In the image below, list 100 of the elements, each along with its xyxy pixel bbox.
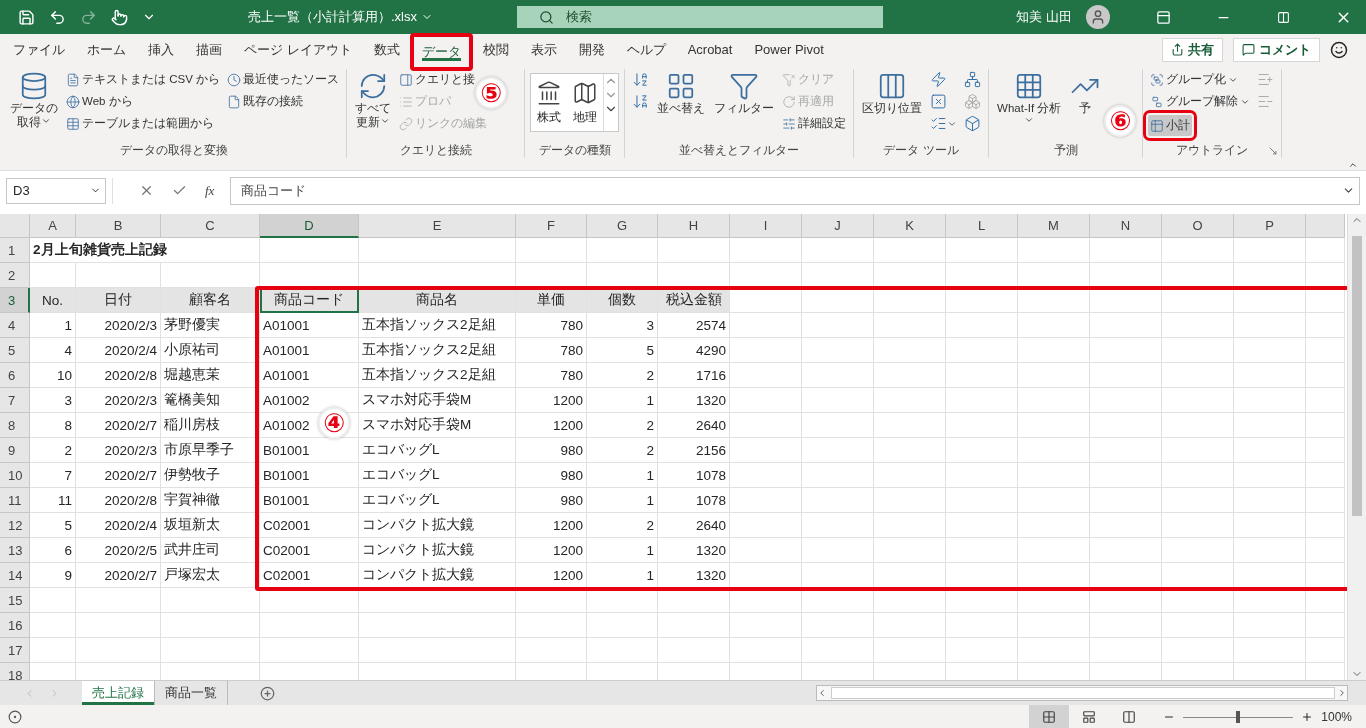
row-header[interactable]: 6	[0, 363, 30, 388]
name-box[interactable]: D3	[6, 177, 106, 204]
row-header[interactable]: 16	[0, 613, 30, 638]
zoom-level[interactable]: 100%	[1321, 710, 1352, 724]
redo-icon[interactable]	[80, 8, 97, 26]
horizontal-scrollbar[interactable]	[816, 685, 1348, 701]
scroll-right-icon[interactable]	[1337, 688, 1347, 698]
row-header[interactable]: 1	[0, 238, 30, 263]
ribbon-tab[interactable]: データ	[410, 33, 472, 70]
row-header[interactable]: 17	[0, 638, 30, 663]
column-header[interactable]: M	[1018, 214, 1090, 238]
row-header[interactable]: 13	[0, 538, 30, 563]
row-header[interactable]: 2	[0, 263, 30, 288]
zoom-in-icon[interactable]	[1301, 711, 1314, 723]
gallery-item[interactable]: 地理	[567, 74, 604, 131]
column-header[interactable]: E	[359, 214, 516, 238]
row-header[interactable]: 18	[0, 663, 30, 680]
ribbon-button[interactable]: フィルター	[711, 69, 778, 117]
row-header[interactable]: 9	[0, 438, 30, 463]
window-title[interactable]: 売上一覧（小計計算用）.xlsx	[248, 8, 433, 26]
formula-field[interactable]: 商品コード	[230, 176, 1360, 205]
ribbon-button[interactable]: 区切り位置	[859, 69, 926, 117]
ribbon-button[interactable]: 予	[1067, 69, 1104, 117]
column-header[interactable]: C	[161, 214, 260, 238]
scroll-thumb[interactable]	[831, 687, 1335, 699]
row-header[interactable]: 7	[0, 388, 30, 413]
ribbon-button[interactable]: テキストまたは CSV から	[64, 69, 223, 90]
add-sheet-icon[interactable]	[260, 685, 275, 701]
column-header[interactable]: D	[260, 214, 359, 238]
dialog-launcher-icon[interactable]	[1268, 146, 1279, 156]
sheet-tab[interactable]: 売上記録	[82, 681, 155, 705]
ribbon-tab[interactable]: 校閲	[471, 34, 520, 65]
ribbon-button[interactable]: グループ化	[1148, 69, 1241, 90]
column-header[interactable]: P	[1234, 214, 1306, 238]
avatar[interactable]	[1086, 5, 1110, 29]
ribbon-tab[interactable]: ファイル	[2, 34, 76, 65]
vertical-scrollbar[interactable]	[1347, 214, 1366, 680]
step-number: ⑤	[475, 77, 508, 109]
ribbon-tab[interactable]: ヘルプ	[615, 34, 677, 65]
ribbon-button[interactable]: グループ解除	[1148, 91, 1253, 112]
insert-function-button[interactable]: fx	[205, 182, 215, 199]
search-field[interactable]: 検索	[517, 6, 883, 28]
table-cell	[1018, 513, 1090, 538]
save-icon[interactable]	[18, 8, 35, 26]
ribbon-button[interactable]: テーブルまたは範囲から	[64, 113, 216, 134]
column-header[interactable]: B	[76, 214, 161, 238]
ribbon-button[interactable]: Web から	[64, 91, 135, 112]
row-header[interactable]: 14	[0, 563, 30, 588]
column-header[interactable]: I	[730, 214, 802, 238]
ribbon-button[interactable]: 並べ替え	[654, 69, 709, 117]
ribbon-tab[interactable]: 数式	[362, 34, 411, 65]
row-header[interactable]: 3	[0, 288, 30, 313]
ribbon-tab[interactable]: 描画	[185, 34, 233, 65]
ribbon-tab[interactable]: Power Pivot	[743, 34, 835, 65]
ribbon-button[interactable]: すべて 更新	[352, 69, 395, 131]
smiley-icon[interactable]	[1330, 40, 1348, 59]
comment-button[interactable]: コメント	[1233, 37, 1320, 62]
row-header[interactable]: 8	[0, 413, 30, 438]
touch-mode-icon[interactable]	[111, 8, 128, 26]
scroll-left-icon[interactable]	[817, 688, 827, 698]
ribbon-button[interactable]: データの 取得	[7, 69, 61, 131]
column-header[interactable]: A	[30, 214, 76, 238]
undo-icon[interactable]	[49, 8, 66, 26]
column-header[interactable]: J	[802, 214, 874, 238]
ribbon-tab[interactable]: 開発	[567, 34, 616, 65]
ribbon-tab[interactable]: 表示	[519, 34, 568, 65]
column-header[interactable]: H	[658, 214, 730, 238]
row-header[interactable]: 11	[0, 488, 30, 513]
user-name[interactable]: 知美 山田	[1016, 8, 1072, 26]
share-button[interactable]: 共有	[1162, 37, 1223, 62]
row-header[interactable]: 4	[0, 313, 30, 338]
collapse-ribbon-icon[interactable]	[1348, 160, 1358, 170]
ribbon-tab[interactable]: 挿入	[137, 34, 185, 65]
ribbon-tab[interactable]: ページ レイアウト	[233, 34, 363, 65]
ribbon-tab[interactable]: Acrobat	[676, 34, 744, 65]
ribbon-tab[interactable]: ホーム	[76, 34, 137, 65]
ribbon-button[interactable]: What-If 分析	[994, 69, 1065, 127]
gallery-item[interactable]: 株式	[531, 74, 568, 131]
column-header[interactable]: L	[946, 214, 1018, 238]
row-header[interactable]: 10	[0, 463, 30, 488]
column-header[interactable]: O	[1162, 214, 1234, 238]
row-header[interactable]: 15	[0, 588, 30, 613]
table-cell	[1090, 463, 1162, 488]
column-header[interactable]: K	[874, 214, 946, 238]
row-header[interactable]: 5	[0, 338, 30, 363]
ribbon-button[interactable]: 既存の接続	[225, 91, 306, 112]
accessibility-icon[interactable]	[8, 710, 22, 724]
column-header[interactable]: F	[516, 214, 587, 238]
ribbon-button[interactable]: クエリと接	[397, 69, 478, 90]
ribbon-display-icon[interactable]	[1155, 9, 1171, 25]
ribbon-button[interactable]: 詳細設定	[780, 113, 849, 134]
column-header[interactable]: N	[1090, 214, 1162, 238]
view-button[interactable]	[1029, 705, 1070, 728]
ribbon-button[interactable]: 最近使ったソース	[225, 69, 342, 90]
column-header[interactable]: G	[587, 214, 658, 238]
restore-icon[interactable]	[1276, 10, 1290, 24]
cancel-icon[interactable]	[139, 183, 154, 198]
scroll-thumb[interactable]	[1352, 236, 1362, 516]
row-header[interactable]: 12	[0, 513, 30, 538]
table-cell: 顧客名	[161, 288, 260, 313]
